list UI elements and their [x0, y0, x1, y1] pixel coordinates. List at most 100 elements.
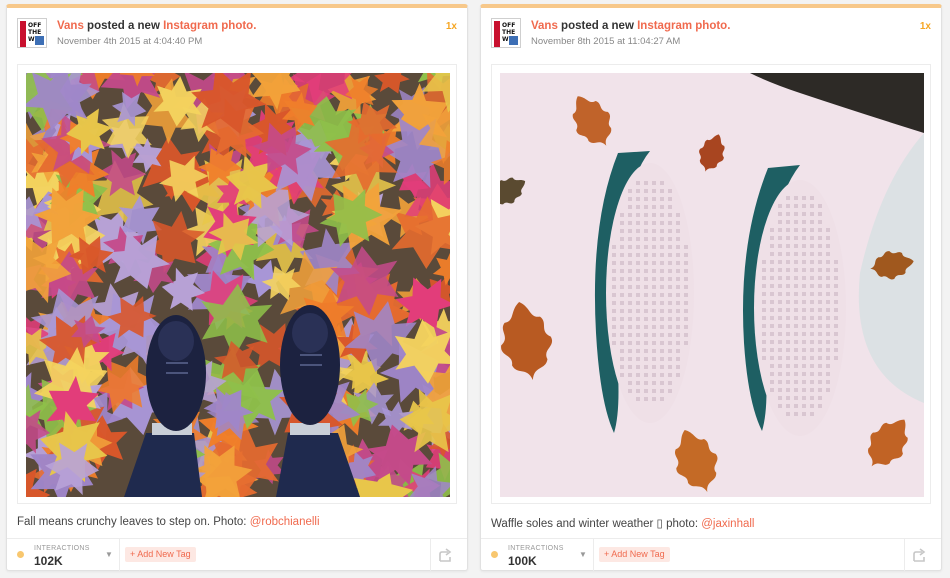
- tread-mark: [612, 293, 616, 297]
- tread-mark: [636, 325, 640, 329]
- tread-mark: [668, 309, 672, 313]
- tread-mark: [762, 348, 766, 352]
- tread-mark: [762, 292, 766, 296]
- tread-mark: [660, 253, 664, 257]
- post-headline: Vans posted a new Instagram photo.: [531, 20, 730, 32]
- tread-mark: [778, 284, 782, 288]
- tread-mark: [684, 333, 688, 337]
- tread-mark: [620, 253, 624, 257]
- post-type-link[interactable]: Instagram photo.: [163, 20, 256, 32]
- tread-mark: [826, 260, 830, 264]
- divider: [119, 539, 120, 571]
- tread-mark: [786, 356, 790, 360]
- tread-mark: [818, 348, 822, 352]
- tread-mark: [636, 349, 640, 353]
- tread-mark: [644, 309, 648, 313]
- logo-box: [509, 36, 518, 45]
- post-photo[interactable]: [500, 73, 924, 497]
- tread-mark: [810, 372, 814, 376]
- tread-mark: [762, 332, 766, 336]
- tread-mark: [644, 381, 648, 385]
- tread-mark: [762, 356, 766, 360]
- tread-mark: [620, 317, 624, 321]
- tread-mark: [668, 317, 672, 321]
- tread-mark: [794, 284, 798, 288]
- tread-mark: [644, 357, 648, 361]
- caption-mention[interactable]: @robchianelli: [250, 516, 320, 528]
- tread-mark: [770, 244, 774, 248]
- tread-mark: [826, 228, 830, 232]
- tread-mark: [636, 221, 640, 225]
- tread-mark: [660, 261, 664, 265]
- tread-mark: [794, 212, 798, 216]
- chevron-down-icon[interactable]: ▼: [105, 550, 113, 559]
- brand-link[interactable]: Vans: [57, 20, 84, 32]
- tread-mark: [684, 301, 688, 305]
- tread-mark: [802, 300, 806, 304]
- caption-mention[interactable]: @jaxinhall: [701, 518, 754, 530]
- tread-mark: [802, 268, 806, 272]
- tread-mark: [826, 236, 830, 240]
- brand-logo[interactable]: OFF THE W: [491, 18, 521, 48]
- logo-box: [35, 36, 44, 45]
- tread-mark: [818, 244, 822, 248]
- add-new-tag-button[interactable]: + Add New Tag: [125, 547, 196, 562]
- tread-mark: [628, 189, 632, 193]
- tread-mark: [612, 341, 616, 345]
- tread-mark: [786, 340, 790, 344]
- brand-logo[interactable]: OFF THE W: [17, 18, 47, 48]
- tread-mark: [620, 237, 624, 241]
- logo-text-3: W: [502, 36, 509, 43]
- chevron-down-icon[interactable]: ▼: [579, 550, 587, 559]
- tread-mark: [762, 260, 766, 264]
- tread-mark: [612, 261, 616, 265]
- tread-mark: [668, 205, 672, 209]
- tread-mark: [818, 356, 822, 360]
- snow-footprints-photo: [500, 73, 924, 497]
- tread-mark: [652, 365, 656, 369]
- tread-mark: [628, 389, 632, 393]
- tread-mark: [644, 221, 648, 225]
- tread-mark: [786, 268, 790, 272]
- tread-mark: [660, 341, 664, 345]
- divider: [430, 539, 431, 571]
- tread-mark: [818, 260, 822, 264]
- tread-mark: [778, 220, 782, 224]
- brand-link[interactable]: Vans: [531, 20, 558, 32]
- tread-mark: [826, 244, 830, 248]
- tread-mark: [762, 324, 766, 328]
- tread-mark: [778, 300, 782, 304]
- add-new-tag-button[interactable]: + Add New Tag: [599, 547, 670, 562]
- caption-text: Waffle soles and winter weather ▯ photo:: [491, 518, 702, 530]
- tread-mark: [778, 372, 782, 376]
- tread-mark: [676, 333, 680, 337]
- post-type-link[interactable]: Instagram photo.: [637, 20, 730, 32]
- tread-mark: [826, 388, 830, 392]
- tread-mark: [668, 277, 672, 281]
- headline-action: posted a new: [557, 20, 638, 32]
- tread-mark: [668, 341, 672, 345]
- tread-mark: [834, 268, 838, 272]
- tread-mark: [834, 332, 838, 336]
- tread-mark: [668, 365, 672, 369]
- post-photo[interactable]: [26, 73, 450, 497]
- tread-mark: [636, 237, 640, 241]
- tread-mark: [628, 317, 632, 321]
- tread-mark: [644, 205, 648, 209]
- tread-mark: [794, 244, 798, 248]
- tread-mark: [620, 309, 624, 313]
- tread-mark: [636, 189, 640, 193]
- tread-mark: [620, 261, 624, 265]
- tread-mark: [660, 245, 664, 249]
- tread-mark: [668, 301, 672, 305]
- tread-mark: [620, 269, 624, 273]
- tread-mark: [652, 213, 656, 217]
- tread-mark: [676, 237, 680, 241]
- share-icon[interactable]: [911, 547, 927, 563]
- tread-mark: [644, 181, 648, 185]
- tread-mark: [762, 276, 766, 280]
- tread-mark: [668, 253, 672, 257]
- tread-mark: [818, 220, 822, 224]
- share-icon[interactable]: [437, 547, 453, 563]
- autumn-leaves-photo: [26, 73, 450, 497]
